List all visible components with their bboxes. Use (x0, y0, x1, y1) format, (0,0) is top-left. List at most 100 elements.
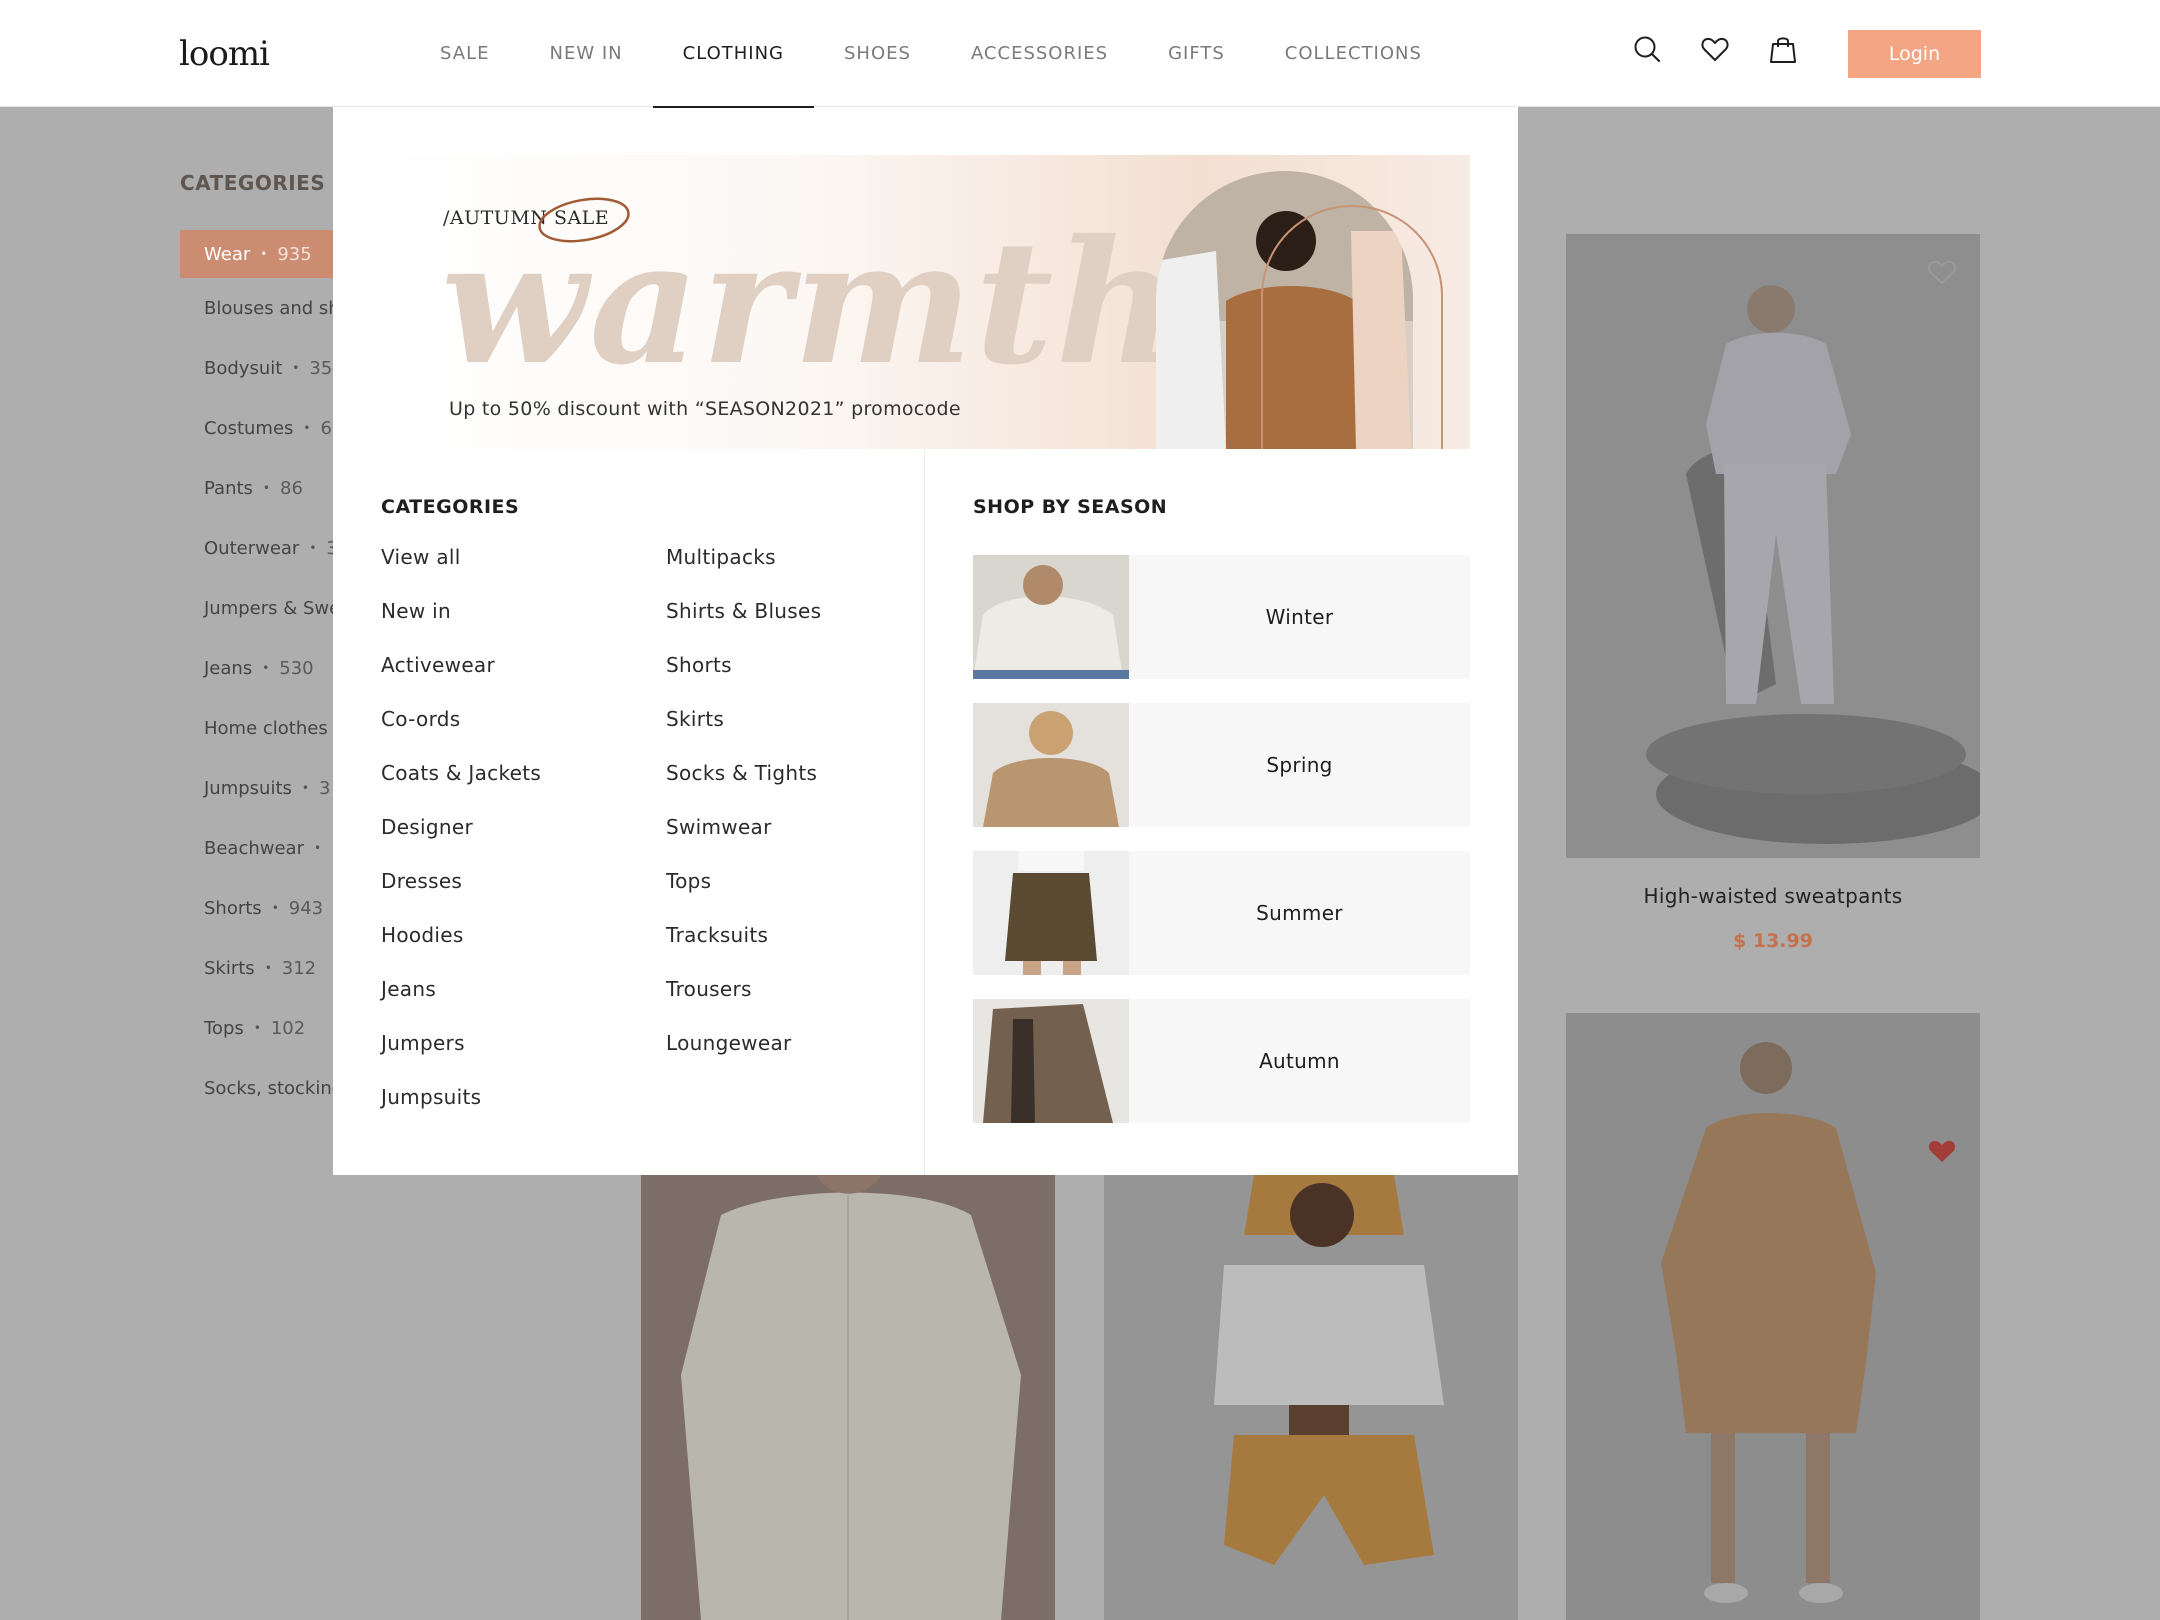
sidebar-item-jumpers[interactable]: Jumpers & Sweatshirts (180, 578, 340, 638)
sidebar-item-label: Jumpers & Sweatshirts (204, 597, 340, 619)
category-link[interactable]: Skirts (666, 705, 821, 759)
sidebar-item-label: Blouses and shirts (204, 297, 340, 319)
login-button[interactable]: Login (1848, 30, 1981, 78)
category-link[interactable]: Jumpers (381, 1029, 541, 1083)
sidebar-item-count: 935 (277, 243, 312, 265)
column-divider (924, 449, 925, 1175)
nav-sale[interactable]: SALE (410, 0, 519, 107)
banner-promo-text: Up to 50% discount with “SEASON2021” pro… (449, 398, 961, 420)
season-thumbnail (973, 703, 1129, 827)
sidebar-item-beachwear[interactable]: Beachwear • (180, 818, 340, 878)
category-link[interactable]: Swimwear (666, 813, 821, 867)
product-name[interactable]: High-waisted sweatpants (1566, 884, 1980, 908)
favorite-icon[interactable] (1927, 258, 1957, 286)
bag-icon[interactable] (1768, 34, 1798, 64)
sidebar-item-skirts[interactable]: Skirts • 312 (180, 938, 340, 998)
product-image-sweater-dress[interactable] (1566, 1013, 1980, 1620)
nav-shoes[interactable]: SHOES (814, 0, 941, 107)
season-label: Winter (1265, 605, 1334, 629)
sidebar-item-tops[interactable]: Tops • 102 (180, 998, 340, 1058)
categories-column-2: Multipacks Shirts & Bluses Shorts Skirts… (666, 543, 821, 1083)
category-link[interactable]: View all (381, 543, 541, 597)
category-link[interactable]: Designer (381, 813, 541, 867)
sidebar-item-shorts[interactable]: Shorts • 943 (180, 878, 340, 938)
site-header: loomi SALE NEW IN CLOTHING SHOES ACCESSO… (0, 0, 2160, 108)
arch-outline-decoration (1261, 205, 1443, 449)
header-icons (1632, 34, 1798, 64)
product-photo (1566, 234, 1980, 858)
sidebar-item-outerwear[interactable]: Outerwear•3 (180, 518, 340, 578)
sidebar-item-home-clothes[interactable]: Home clothes (180, 698, 340, 758)
category-link[interactable]: Trousers (666, 975, 821, 1029)
sidebar-item-count: 530 (279, 657, 314, 679)
sale-circle-decoration (538, 197, 630, 243)
product-image-white-dress[interactable] (641, 1175, 1055, 1620)
season-thumbnail (973, 999, 1129, 1123)
nav-collections[interactable]: COLLECTIONS (1255, 0, 1452, 107)
category-link[interactable]: Activewear (381, 651, 541, 705)
heart-icon[interactable] (1700, 34, 1730, 64)
sidebar-item-count: 102 (270, 1017, 306, 1039)
sidebar-item-label: Bodysuit (204, 357, 283, 379)
sidebar-title: CATEGORIES (180, 171, 326, 195)
search-icon[interactable] (1632, 34, 1662, 64)
sidebar-item-label: Outerwear (204, 537, 300, 559)
season-list: Winter Spring Summer Autumn (973, 555, 1470, 1147)
sidebar-item-jumpsuits[interactable]: Jumpsuits • 3 (180, 758, 340, 818)
season-label: Spring (1266, 753, 1333, 777)
product-photo (1566, 1013, 1980, 1620)
sidebar-item-pants[interactable]: Pants • 86 (180, 458, 340, 518)
favorite-icon-filled[interactable] (1927, 1137, 1957, 1165)
product-photo (641, 1175, 1055, 1620)
category-link[interactable]: Co-ords (381, 705, 541, 759)
category-link[interactable]: Jeans (381, 975, 541, 1029)
sidebar-item-count: 943 (288, 897, 324, 919)
sidebar-item-bodysuit[interactable]: Bodysuit•352 (180, 338, 340, 398)
category-link[interactable]: New in (381, 597, 541, 651)
nav-accessories[interactable]: ACCESSORIES (941, 0, 1138, 107)
product-price: $ 13.99 (1733, 930, 1813, 952)
sidebar-item-label: Jeans (204, 657, 253, 679)
category-link[interactable]: Multipacks (666, 543, 821, 597)
category-link[interactable]: Dresses (381, 867, 541, 921)
sidebar-item-label: Skirts (204, 957, 255, 979)
nav-gifts[interactable]: GIFTS (1138, 0, 1255, 107)
category-link[interactable]: Loungewear (666, 1029, 821, 1083)
sidebar-item-count: 312 (281, 957, 317, 979)
sidebar-item-label: Home clothes (204, 717, 328, 739)
season-thumbnail (973, 851, 1129, 975)
nav-clothing[interactable]: CLOTHING (652, 0, 815, 108)
category-link[interactable]: Hoodies (381, 921, 541, 975)
sidebar-item-count: 3 (318, 777, 331, 799)
sidebar-item-wear[interactable]: Wear • 935 (180, 230, 340, 278)
season-card-winter[interactable]: Winter (973, 555, 1470, 679)
sidebar-item-label: Pants (204, 477, 253, 499)
category-link[interactable]: Jumpsuits (381, 1083, 541, 1137)
category-link[interactable]: Coats & Jackets (381, 759, 541, 813)
nav-new-in[interactable]: NEW IN (519, 0, 652, 107)
main-nav: SALE NEW IN CLOTHING SHOES ACCESSORIES G… (410, 0, 1452, 108)
product-image-sweatpants[interactable] (1566, 234, 1980, 858)
sidebar-item-label: Shorts (204, 897, 262, 919)
categories-heading: CATEGORIES (381, 496, 520, 518)
brand-logo[interactable]: loomi (179, 34, 270, 74)
season-card-summer[interactable]: Summer (973, 851, 1470, 975)
category-link[interactable]: Shirts & Bluses (666, 597, 821, 651)
sidebar-item-costumes[interactable]: Costumes•67 (180, 398, 340, 458)
category-link[interactable]: Socks & Tights (666, 759, 821, 813)
sidebar-item-label: Jumpsuits (204, 777, 292, 799)
sidebar-item-socks[interactable]: Socks, stockings (180, 1058, 340, 1118)
sidebar-item-blouses[interactable]: Blouses and shirts (180, 278, 340, 338)
categories-column-1: View all New in Activewear Co-ords Coats… (381, 543, 541, 1137)
sidebar-item-count: 86 (280, 477, 303, 499)
sidebar-item-label: Costumes (204, 417, 294, 439)
sidebar-item-jeans[interactable]: Jeans • 530 (180, 638, 340, 698)
autumn-sale-banner[interactable]: warmth /AUTUMN SALE Up to 50% discount w… (381, 155, 1470, 449)
product-photo (1104, 1175, 1518, 1620)
category-link[interactable]: Tops (666, 867, 821, 921)
category-link[interactable]: Tracksuits (666, 921, 821, 975)
season-card-spring[interactable]: Spring (973, 703, 1470, 827)
product-image-tee-shorts[interactable] (1104, 1175, 1518, 1620)
category-link[interactable]: Shorts (666, 651, 821, 705)
season-card-autumn[interactable]: Autumn (973, 999, 1470, 1123)
